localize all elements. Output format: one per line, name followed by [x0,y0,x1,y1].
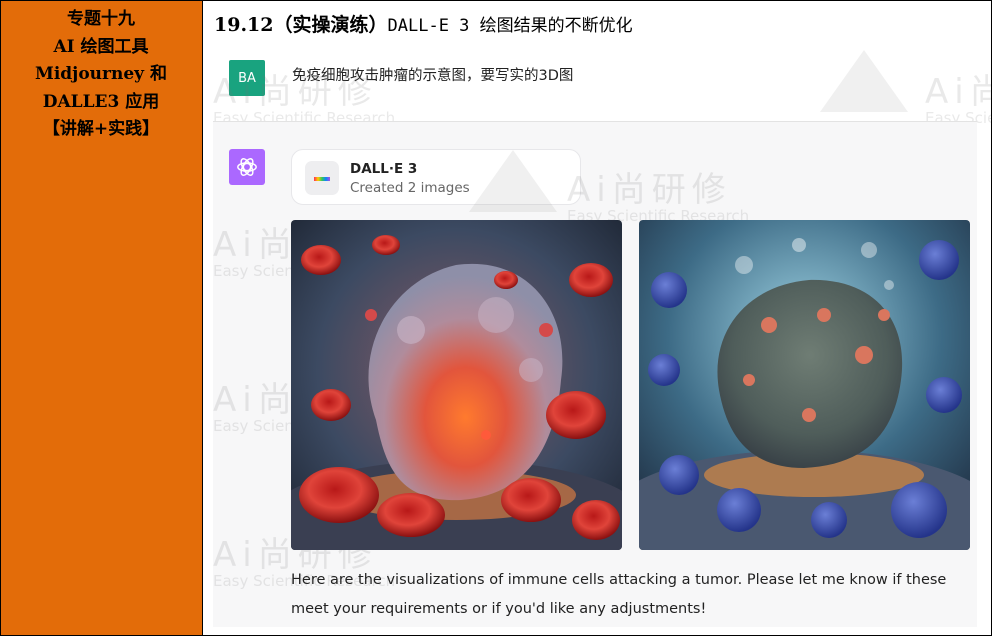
slide-border [0,0,992,636]
